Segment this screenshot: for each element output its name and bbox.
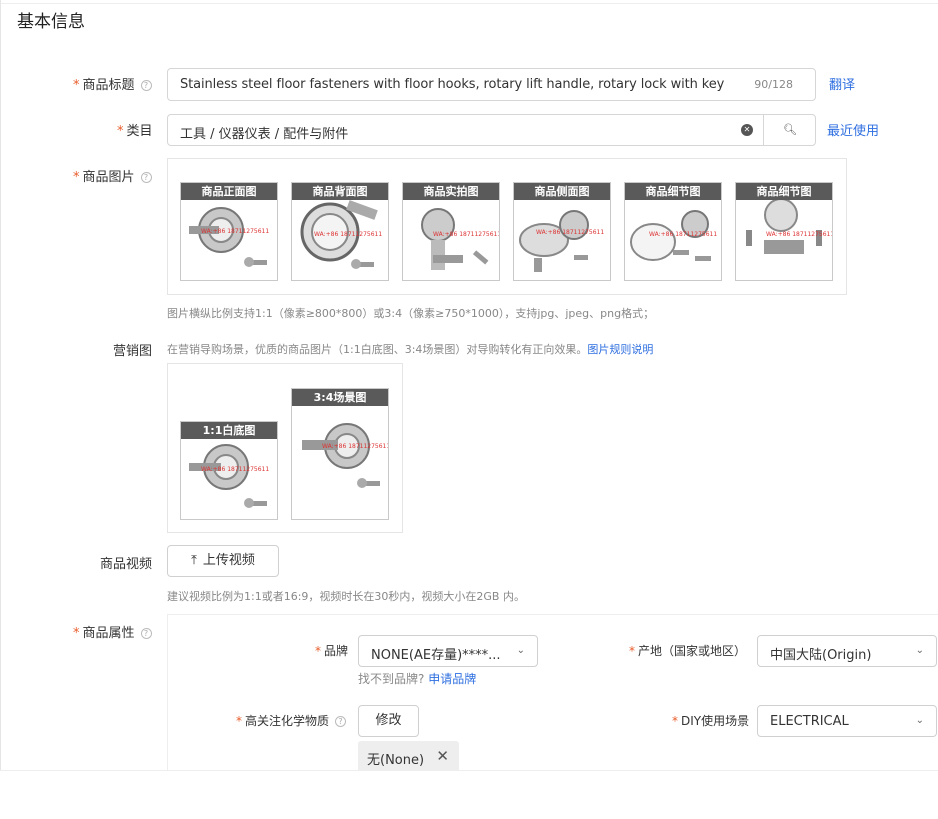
clear-icon[interactable]: ✕ — [741, 124, 753, 136]
svg-text:WA:+86 18711275611: WA:+86 18711275611 — [201, 228, 269, 235]
apply-brand-link[interactable]: 申请品牌 — [428, 672, 476, 686]
top-divider — [0, 3, 938, 4]
svg-text:WA:+86 18711275611: WA:+86 18711275611 — [766, 231, 833, 238]
bottom-area — [0, 770, 938, 819]
origin-label: * 产地（国家或地区） — [629, 644, 747, 658]
product-images-panel: 商品正面图 WA:+86 18711275611 商品背面图 WA:+86 18… — [167, 158, 847, 295]
product-image-thumb[interactable]: 商品背面图 WA:+86 18711275611 — [291, 182, 389, 281]
chemical-tag: 无(None) ✕ — [358, 741, 459, 772]
title-input-value: Stainless steel floor fasteners with flo… — [180, 77, 725, 92]
upload-video-button[interactable]: ⤒ 上传视频 — [167, 545, 279, 577]
svg-text:WA:+86 18711275611: WA:+86 18711275611 — [314, 231, 382, 238]
category-field-label: * 类目 — [117, 124, 153, 139]
marketing-image-thumb[interactable]: 1:1白底图 WA:+86 18711275611 — [180, 421, 278, 520]
brand-select-value: NONE(AE存量)****... — [371, 648, 501, 663]
chemical-label: * 高关注化学物质? — [236, 712, 347, 729]
chevron-down-icon: ⌄ — [915, 645, 924, 656]
close-icon[interactable]: ✕ — [436, 747, 449, 765]
brand-label: * 品牌 — [315, 644, 349, 658]
category-search-button[interactable]: 🔍︎ — [763, 115, 816, 145]
product-image-thumb[interactable]: 商品实拍图 WA:+86 18711275611 — [402, 182, 500, 281]
svg-text:WA:+86 18711275611: WA:+86 18711275611 — [201, 466, 269, 473]
thumb-label: 1:1白底图 — [181, 422, 277, 439]
section-title: 基本信息 — [17, 12, 85, 32]
marketing-hint: 在营销导购场景，优质的商品图片（1:1白底图、3:4场景图）对导购转化有正向效果… — [167, 343, 654, 356]
recent-used-link[interactable]: 最近使用 — [827, 120, 879, 139]
brand-not-found: 找不到品牌? 申请品牌 — [358, 672, 477, 686]
diy-select-value: ELECTRICAL — [770, 714, 849, 729]
lock-image: WA:+86 18711275611 — [519, 210, 604, 272]
thumb-label: 商品正面图 — [181, 183, 277, 200]
thumb-label: 3:4场景图 — [292, 389, 388, 406]
left-divider — [0, 0, 1, 819]
svg-text:WA:+86 18711275611: WA:+86 18711275611 — [649, 231, 717, 238]
search-icon: 🔍︎ — [783, 123, 797, 136]
lock-image: WA:+86 18711275611 — [746, 200, 833, 254]
chemical-tag-text: 无(None) — [367, 753, 425, 768]
product-image-thumb[interactable]: 商品细节图 WA:+86 18711275611 — [624, 182, 722, 281]
video-hint: 建议视频比例为1:1或者16:9，视频时长在30秒内，视频大小在2GB 内。 — [167, 590, 525, 603]
thumb-label: 商品实拍图 — [403, 183, 499, 200]
thumb-label: 商品侧面图 — [514, 183, 610, 200]
product-image-thumb[interactable]: 商品正面图 WA:+86 18711275611 — [180, 182, 278, 281]
svg-text:WA:+86 18711275611: WA:+86 18711275611 — [433, 231, 500, 238]
lock-image: WA:+86 18711275611 — [189, 207, 269, 267]
help-icon[interactable]: ? — [140, 80, 152, 91]
origin-select-value: 中国大陆(Origin) — [770, 648, 872, 663]
title-input[interactable]: Stainless steel floor fasteners with flo… — [167, 68, 816, 101]
thumb-label: 商品细节图 — [625, 183, 721, 200]
category-input-value: 工具 / 仪器仪表 / 配件与附件 — [180, 127, 349, 142]
diy-label: * DIY使用场景 — [672, 714, 750, 728]
product-image-thumb[interactable]: 商品细节图 WA:+86 18711275611 — [735, 182, 833, 281]
chevron-down-icon: ⌄ — [915, 715, 924, 726]
marketing-image-thumb[interactable]: 3:4场景图 WA:+86 18711275611 — [291, 388, 389, 520]
help-icon[interactable]: ? — [140, 628, 152, 639]
thumb-label: 商品背面图 — [292, 183, 388, 200]
lock-image: WA:+86 18711275611 — [630, 210, 717, 261]
images-field-label: * 商品图片? — [73, 166, 152, 185]
brand-select[interactable]: NONE(AE存量)****... ⌄ — [358, 635, 538, 667]
images-hint: 图片横纵比例支持1:1（像素≥800*800）或3:4（像素≥750*1000）… — [167, 307, 655, 320]
product-image-thumb[interactable]: 商品侧面图 WA:+86 18711275611 — [513, 182, 611, 281]
category-input[interactable]: 工具 / 仪器仪表 / 配件与附件 ✕ 🔍︎ — [167, 114, 816, 146]
diy-select[interactable]: ELECTRICAL ⌄ — [757, 705, 937, 737]
translate-link[interactable]: 翻译 — [829, 74, 855, 93]
upload-icon: ⤒ — [191, 553, 197, 568]
lock-image: WA:+86 18711275611 — [189, 444, 269, 508]
lock-image: WA:+86 18711275611 — [421, 208, 500, 270]
title-char-count: 90/128 — [754, 78, 793, 91]
lock-image: WA:+86 18711275611 — [302, 423, 389, 488]
chevron-down-icon: ⌄ — [516, 645, 525, 656]
lock-image: WA:+86 18711275611 — [300, 200, 382, 269]
attributes-field-label: * 商品属性? — [73, 622, 152, 641]
image-rules-link[interactable]: 图片规则说明 — [587, 343, 653, 356]
thumb-label: 商品细节图 — [736, 183, 832, 200]
help-icon[interactable]: ? — [335, 716, 347, 727]
origin-select[interactable]: 中国大陆(Origin) ⌄ — [757, 635, 937, 667]
svg-text:WA:+86 18711275611: WA:+86 18711275611 — [322, 443, 389, 450]
title-field-label: * 商品标题? — [73, 74, 152, 93]
marketing-field-label: 营销图 — [113, 344, 153, 359]
marketing-images-panel: 1:1白底图 WA:+86 18711275611 3:4场景图 WA:+86 … — [167, 363, 403, 533]
modify-chemical-button[interactable]: 修改 — [358, 705, 419, 737]
svg-text:WA:+86 18711275611: WA:+86 18711275611 — [536, 229, 604, 236]
help-icon[interactable]: ? — [140, 172, 152, 183]
video-field-label: 商品视频 — [100, 557, 153, 572]
